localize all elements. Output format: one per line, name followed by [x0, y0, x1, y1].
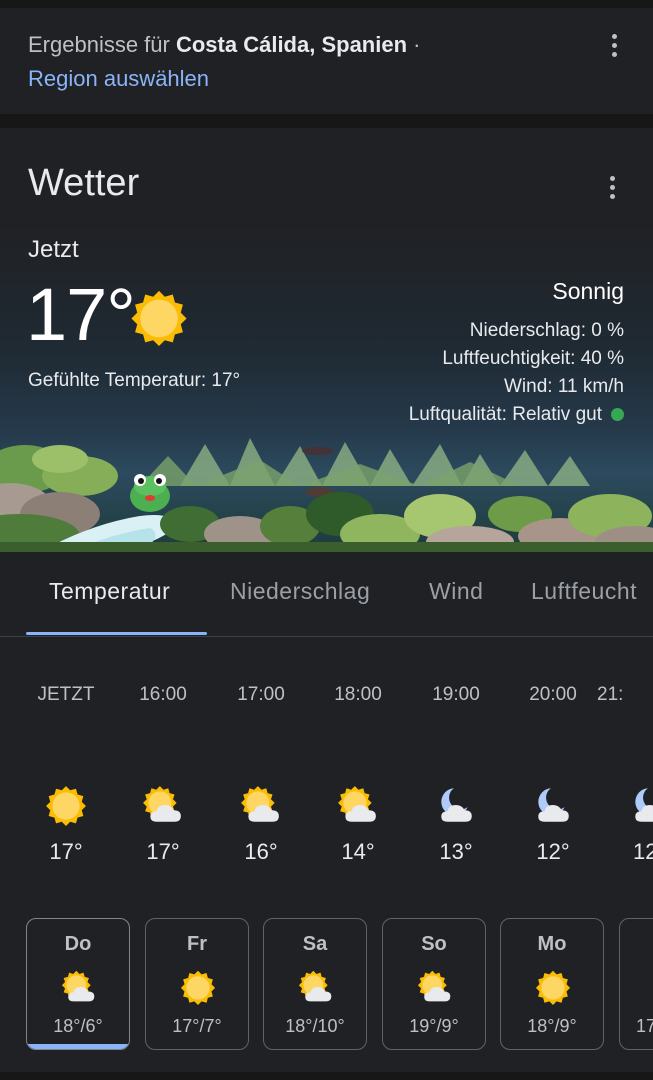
air-quality-dot-icon [611, 408, 624, 421]
day-name: Sa [302, 933, 328, 955]
moon-cloud-icon [629, 784, 653, 826]
day-temps: 17°/7° [172, 1016, 222, 1036]
day-card-saturday[interactable]: Sa 18°/10° [263, 918, 367, 1050]
condition-text: Sonnig [552, 278, 624, 304]
select-region-link[interactable]: Region auswählen [28, 66, 209, 92]
now-label: Jetzt [28, 236, 79, 263]
day-temps: 18°/10° [285, 1016, 345, 1036]
day-name: Fr [187, 933, 207, 955]
wind-text: Wind: 11 km/h [503, 376, 624, 397]
sun-cloud-icon [417, 969, 453, 1005]
moon-cloud-icon [532, 784, 574, 826]
weather-scene: Jetzt 17° Gefühlte Temperatur: 17° Sonni… [0, 224, 653, 552]
results-suffix: · [407, 32, 421, 57]
day-card-monday[interactable]: Mo 18°/9° [500, 918, 604, 1050]
more-options-icon[interactable] [602, 32, 626, 60]
hour-temp: 12° [536, 839, 570, 864]
weather-more-options-icon[interactable] [600, 174, 624, 202]
hour-time: 18:00 [334, 684, 382, 705]
hour-temp: 17° [49, 839, 83, 864]
weather-card: Wetter Jetzt 17° Gefühlte Temperatur: 17… [0, 128, 653, 1080]
humidity-text: Luftfeuchtigkeit: 40 % [442, 348, 624, 369]
hour-time: 21: [597, 684, 624, 705]
tab-temperature[interactable]: Temperatur [49, 578, 170, 605]
hour-time: 20:00 [529, 684, 577, 705]
tab-precipitation[interactable]: Niederschlag [230, 578, 370, 605]
day-card-friday[interactable]: Fr 17°/7° [145, 918, 249, 1050]
day-card-tuesday-partial[interactable]: 17 [619, 918, 653, 1050]
hour-temp: 16° [244, 839, 278, 864]
hour-time: 19:00 [432, 684, 480, 705]
active-tab-indicator [26, 632, 207, 635]
sun-cloud-icon [142, 784, 184, 826]
card-separator [0, 114, 653, 128]
sun-cloud-icon [337, 784, 379, 826]
sun-cloud-icon [298, 969, 334, 1005]
region-name: Costa Cálida, Spanien [175, 32, 408, 57]
sun-icon [45, 784, 87, 826]
hour-temp: 14° [341, 839, 375, 864]
sun-icon [535, 969, 571, 1005]
results-for-text: Ergebnisse für Costa Cálida, Spanien · [28, 32, 420, 58]
weather-title: Wetter [28, 162, 140, 204]
top-divider [0, 0, 653, 8]
day-temps: 17 [636, 1016, 653, 1036]
day-name: Do [64, 933, 92, 955]
hour-time: JETZT [37, 684, 95, 705]
selected-day-indicator [27, 1044, 129, 1049]
sun-icon [180, 969, 216, 1005]
hour-time: 17:00 [237, 684, 285, 705]
day-temps: 18°/9° [527, 1016, 577, 1036]
tab-wind[interactable]: Wind [429, 578, 483, 605]
sun-icon [130, 288, 188, 346]
day-temps: 19°/9° [409, 1016, 459, 1036]
feels-like: Gefühlte Temperatur: 17° [28, 370, 241, 391]
region-card: Ergebnisse für Costa Cálida, Spanien · R… [0, 8, 653, 114]
precipitation-text: Niederschlag: 0 % [469, 320, 624, 341]
hour-time: 16:00 [139, 684, 187, 705]
day-temps: 18°/6° [53, 1016, 103, 1036]
results-prefix: Ergebnisse für [28, 32, 176, 57]
hour-temp: 13° [439, 839, 473, 864]
day-card-thursday[interactable]: Do 18°/6° [26, 918, 130, 1050]
sun-cloud-icon [240, 784, 282, 826]
air-quality-text: Luftqualität: Relativ gut [408, 404, 602, 425]
metric-tabs: Temperatur Niederschlag Wind Luftfeucht [0, 552, 653, 637]
day-name: Mo [537, 933, 567, 955]
day-name: So [421, 933, 447, 955]
sun-cloud-icon [61, 969, 97, 1005]
hour-temp: 12 [633, 839, 653, 864]
moon-cloud-icon [435, 784, 477, 826]
current-temperature: 17° [26, 273, 136, 356]
hour-temp: 17° [146, 839, 180, 864]
air-quality-row: Luftqualität: Relativ gut [409, 404, 624, 426]
bottom-divider [0, 1072, 653, 1080]
tab-humidity[interactable]: Luftfeucht [531, 578, 637, 605]
day-card-sunday[interactable]: So 19°/9° [382, 918, 486, 1050]
